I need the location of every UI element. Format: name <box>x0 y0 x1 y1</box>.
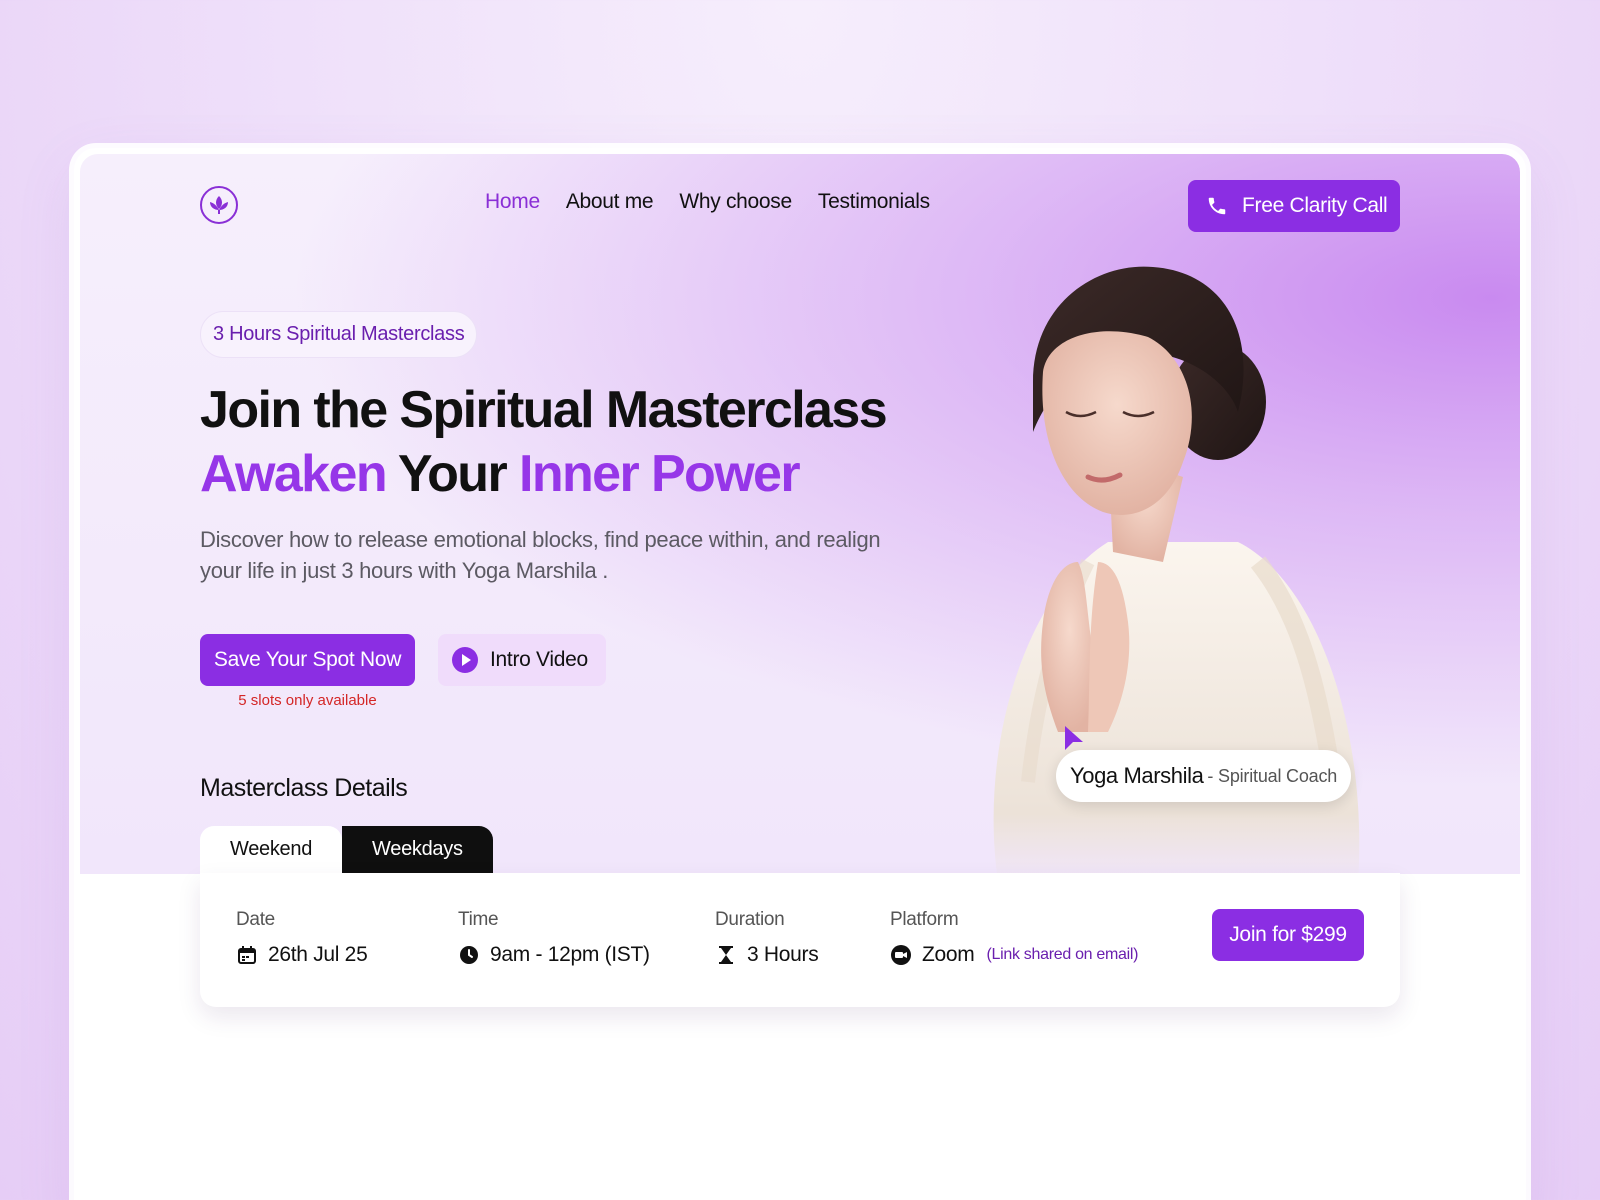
platform-note: (Link shared on email) <box>986 946 1139 963</box>
platform-label: Platform <box>890 909 959 930</box>
date-label: Date <box>236 909 275 930</box>
masterclass-badge: 3 Hours Spiritual Masterclass <box>200 311 478 358</box>
duration-value: 3 Hours <box>747 943 819 966</box>
hero-title-line1: Join the Spiritual Masterclass <box>200 381 888 439</box>
nav-item-why-choose[interactable]: Why choose <box>679 190 792 214</box>
date-value: 26th Jul 25 <box>268 943 368 966</box>
save-your-spot-button[interactable]: Save Your Spot Now <box>200 634 415 686</box>
nav-item-about[interactable]: About me <box>566 190 654 214</box>
intro-video-label: Intro Video <box>490 648 588 671</box>
free-clarity-call-label: Free Clarity Call <box>1242 194 1388 217</box>
zoom-icon <box>890 944 912 966</box>
masterclass-details-title: Masterclass Details <box>200 774 408 802</box>
play-icon <box>452 647 478 673</box>
duration-column: Duration 3 Hours <box>715 909 819 967</box>
masterclass-details-card: Date 26th Jul 25 Time 9am - 12pm (IST) D… <box>200 873 1400 1007</box>
clock-icon <box>458 944 480 966</box>
time-column: Time 9am - 12pm (IST) <box>458 909 650 967</box>
hourglass-icon <box>715 944 737 966</box>
tab-weekend[interactable]: Weekend <box>200 826 343 873</box>
time-value: 9am - 12pm (IST) <box>490 943 650 966</box>
time-label: Time <box>458 909 499 930</box>
nav-item-testimonials[interactable]: Testimonials <box>818 190 930 214</box>
nav-item-home[interactable]: Home <box>485 190 540 214</box>
coach-name-tag: Yoga Marshila - Spiritual Coach <box>1056 750 1352 802</box>
main-nav: Home About me Why choose Testimonials <box>485 190 930 214</box>
tab-weekdays[interactable]: Weekdays <box>342 826 493 873</box>
free-clarity-call-button[interactable]: Free Clarity Call <box>1188 180 1400 232</box>
calendar-icon <box>236 944 258 966</box>
coach-role: - Spiritual Coach <box>1207 765 1338 786</box>
duration-label: Duration <box>715 909 785 930</box>
platform-value: Zoom <box>922 943 975 966</box>
hero-title-your: Your <box>397 445 508 503</box>
hero-title: Join the Spiritual Masterclass Awaken Yo… <box>200 378 888 506</box>
intro-video-button[interactable]: Intro Video <box>438 634 606 686</box>
phone-icon <box>1206 195 1228 217</box>
date-column: Date 26th Jul 25 <box>236 909 368 967</box>
cursor-arrow-icon <box>1065 726 1083 750</box>
schedule-tabs: Weekend Weekdays <box>200 826 493 873</box>
slots-available-note: 5 slots only available <box>238 692 377 709</box>
hero-title-awaken: Awaken <box>200 445 388 503</box>
join-button[interactable]: Join for $299 <box>1212 909 1364 961</box>
coach-name: Yoga Marshila <box>1070 763 1204 788</box>
hero-description: Discover how to release emotional blocks… <box>200 527 881 583</box>
lotus-logo-icon[interactable] <box>200 186 238 224</box>
platform-column: Platform Zoom (Link shared on email) <box>890 909 1138 967</box>
hero-title-inner-power: Inner Power <box>518 445 801 503</box>
